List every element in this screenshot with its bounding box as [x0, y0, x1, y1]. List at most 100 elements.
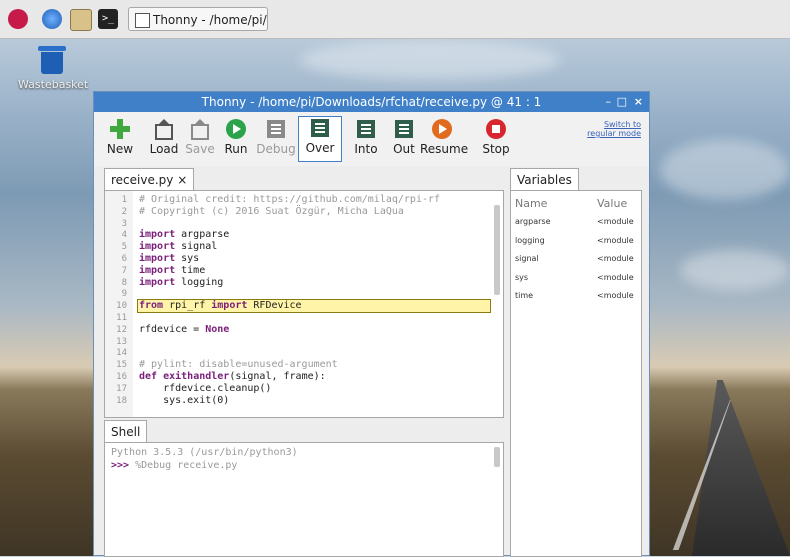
line-number: 11 — [116, 313, 127, 323]
window-titlebar[interactable]: Thonny - /home/pi/Downloads/rfchat/recei… — [94, 92, 649, 112]
window-title: Thonny - /home/pi/Downloads/rfchat/recei… — [201, 95, 542, 109]
save-icon — [189, 118, 211, 140]
variables-tabbar: Variables — [510, 168, 642, 191]
switch-mode-line2: regular mode — [587, 129, 641, 138]
over-button[interactable]: Over — [298, 116, 342, 162]
resume-button-label: Resume — [420, 142, 469, 156]
line-number: 15 — [116, 360, 127, 371]
line-number: 6 — [121, 254, 127, 264]
variable-value[interactable]: <module — [597, 254, 634, 263]
thonny-app-icon — [135, 13, 150, 28]
shell-banner: Python 3.5.3 (/usr/bin/python3) — [111, 447, 298, 458]
variable-value[interactable]: <module — [597, 291, 634, 300]
tab-variables[interactable]: Variables — [510, 168, 579, 190]
taskbar-window-thonny[interactable]: Thonny - /home/pi/... — [128, 7, 268, 31]
background-cloud — [300, 40, 560, 80]
code-line: # Original credit: https://github.com/mi… — [139, 194, 441, 205]
line-number: 12 — [116, 324, 127, 335]
variables-panel: Name Value argparse <module logging <module… — [510, 190, 642, 557]
close-icon[interactable]: × — [634, 92, 643, 112]
line-number: 14 — [116, 348, 127, 359]
code-line: rfdevice.cleanup() — [139, 382, 272, 394]
code-line: import logging — [139, 276, 224, 288]
line-number: 18 — [116, 395, 127, 406]
step-out-icon — [393, 118, 415, 140]
line-number: 3 — [121, 218, 127, 229]
background-cloud — [680, 250, 790, 290]
switch-mode-line1: Switch to — [603, 120, 641, 129]
run-button[interactable]: Run — [214, 118, 258, 164]
line-number: 5 — [121, 242, 127, 253]
step-over-icon — [309, 117, 331, 139]
line-number: 1 — [121, 195, 127, 205]
terminal-icon[interactable]: >_ — [98, 9, 118, 29]
new-button-label: New — [106, 142, 134, 156]
variable-value[interactable]: <module — [597, 236, 634, 245]
variables-col-value: Value — [597, 197, 628, 210]
variable-name[interactable]: argparse — [515, 217, 551, 226]
switch-mode-link[interactable]: Switch to regular mode — [587, 120, 641, 138]
new-button[interactable]: New — [98, 118, 142, 164]
variable-name[interactable]: logging — [515, 236, 545, 245]
wastebasket-icon[interactable] — [38, 46, 66, 74]
debug-icon — [265, 118, 287, 140]
debug-button-label: Debug — [256, 142, 296, 156]
code-line: import signal — [139, 241, 218, 253]
minimize-icon[interactable]: – — [606, 92, 612, 112]
stop-button-label: Stop — [482, 142, 510, 156]
line-number: 10 — [116, 301, 127, 312]
taskbar-window-label: Thonny - /home/pi/... — [153, 13, 268, 27]
stop-icon — [485, 118, 507, 140]
editor-tabbar: receive.py × — [104, 168, 504, 191]
load-icon — [153, 118, 175, 140]
tab-receive-py[interactable]: receive.py × — [104, 168, 195, 190]
variables-col-name: Name — [515, 197, 548, 210]
variable-value[interactable]: <module — [597, 217, 634, 226]
line-number: 2 — [121, 206, 127, 217]
variable-name[interactable]: sys — [515, 273, 528, 282]
code-line: from rpi_rf import RFDevice — [139, 300, 302, 312]
shell-panel[interactable]: Python 3.5.3 (/usr/bin/python3) >>> %Deb… — [104, 442, 504, 557]
run-button-label: Run — [224, 142, 248, 156]
step-into-icon — [355, 118, 377, 140]
variable-name[interactable]: time — [515, 291, 533, 300]
toolbar: New Load Save Run Debug Over Into Out Resume Stop — [94, 112, 649, 166]
debug-button[interactable]: Debug — [254, 118, 298, 164]
code-line: rfdevice = None — [139, 323, 230, 335]
code-line: sys.exit(0) — [139, 394, 230, 406]
taskbar: >_ Thonny - /home/pi/... — [0, 0, 790, 39]
resume-icon — [431, 118, 453, 140]
shell-command: %Debug receive.py — [129, 460, 238, 471]
line-number: 4 — [121, 230, 127, 241]
line-number: 17 — [116, 383, 127, 394]
tab-shell[interactable]: Shell — [104, 420, 148, 442]
wastebasket-label: Wastebasket — [18, 78, 89, 91]
editor-scrollbar[interactable] — [493, 193, 501, 413]
code-line: def exithandler(signal, frame): — [139, 371, 326, 382]
code-line: # pylint: disable=unused-argument — [139, 359, 338, 371]
code-editor[interactable]: 1 # Original credit: https://github.com/m… — [104, 190, 504, 418]
stop-button[interactable]: Stop — [474, 118, 518, 164]
raspberry-menu-icon[interactable] — [8, 9, 28, 29]
line-number: 9 — [121, 289, 127, 300]
variable-name[interactable]: signal — [515, 254, 539, 263]
play-icon — [225, 118, 247, 140]
background-cloud — [660, 140, 790, 200]
line-number: 13 — [116, 336, 127, 347]
over-button-label: Over — [305, 141, 335, 155]
code-line: # Copyright (c) 2016 Suat Özgür, Micha L… — [139, 205, 404, 217]
shell-input-line: >>> %Debug receive.py — [111, 460, 237, 471]
shell-tabbar: Shell — [104, 420, 504, 443]
browser-globe-icon[interactable] — [42, 9, 62, 29]
maximize-icon[interactable]: □ — [617, 92, 627, 112]
background-road — [692, 380, 790, 556]
plus-icon — [109, 118, 131, 140]
shell-scrollbar[interactable] — [493, 445, 501, 553]
variable-value[interactable]: <module — [597, 273, 634, 282]
code-line: import argparse — [139, 229, 230, 241]
resume-button[interactable]: Resume — [420, 118, 469, 164]
line-number: 7 — [121, 265, 127, 276]
line-number: 8 — [121, 277, 127, 288]
file-manager-folder-icon[interactable] — [70, 9, 92, 31]
line-number: 16 — [116, 372, 127, 382]
